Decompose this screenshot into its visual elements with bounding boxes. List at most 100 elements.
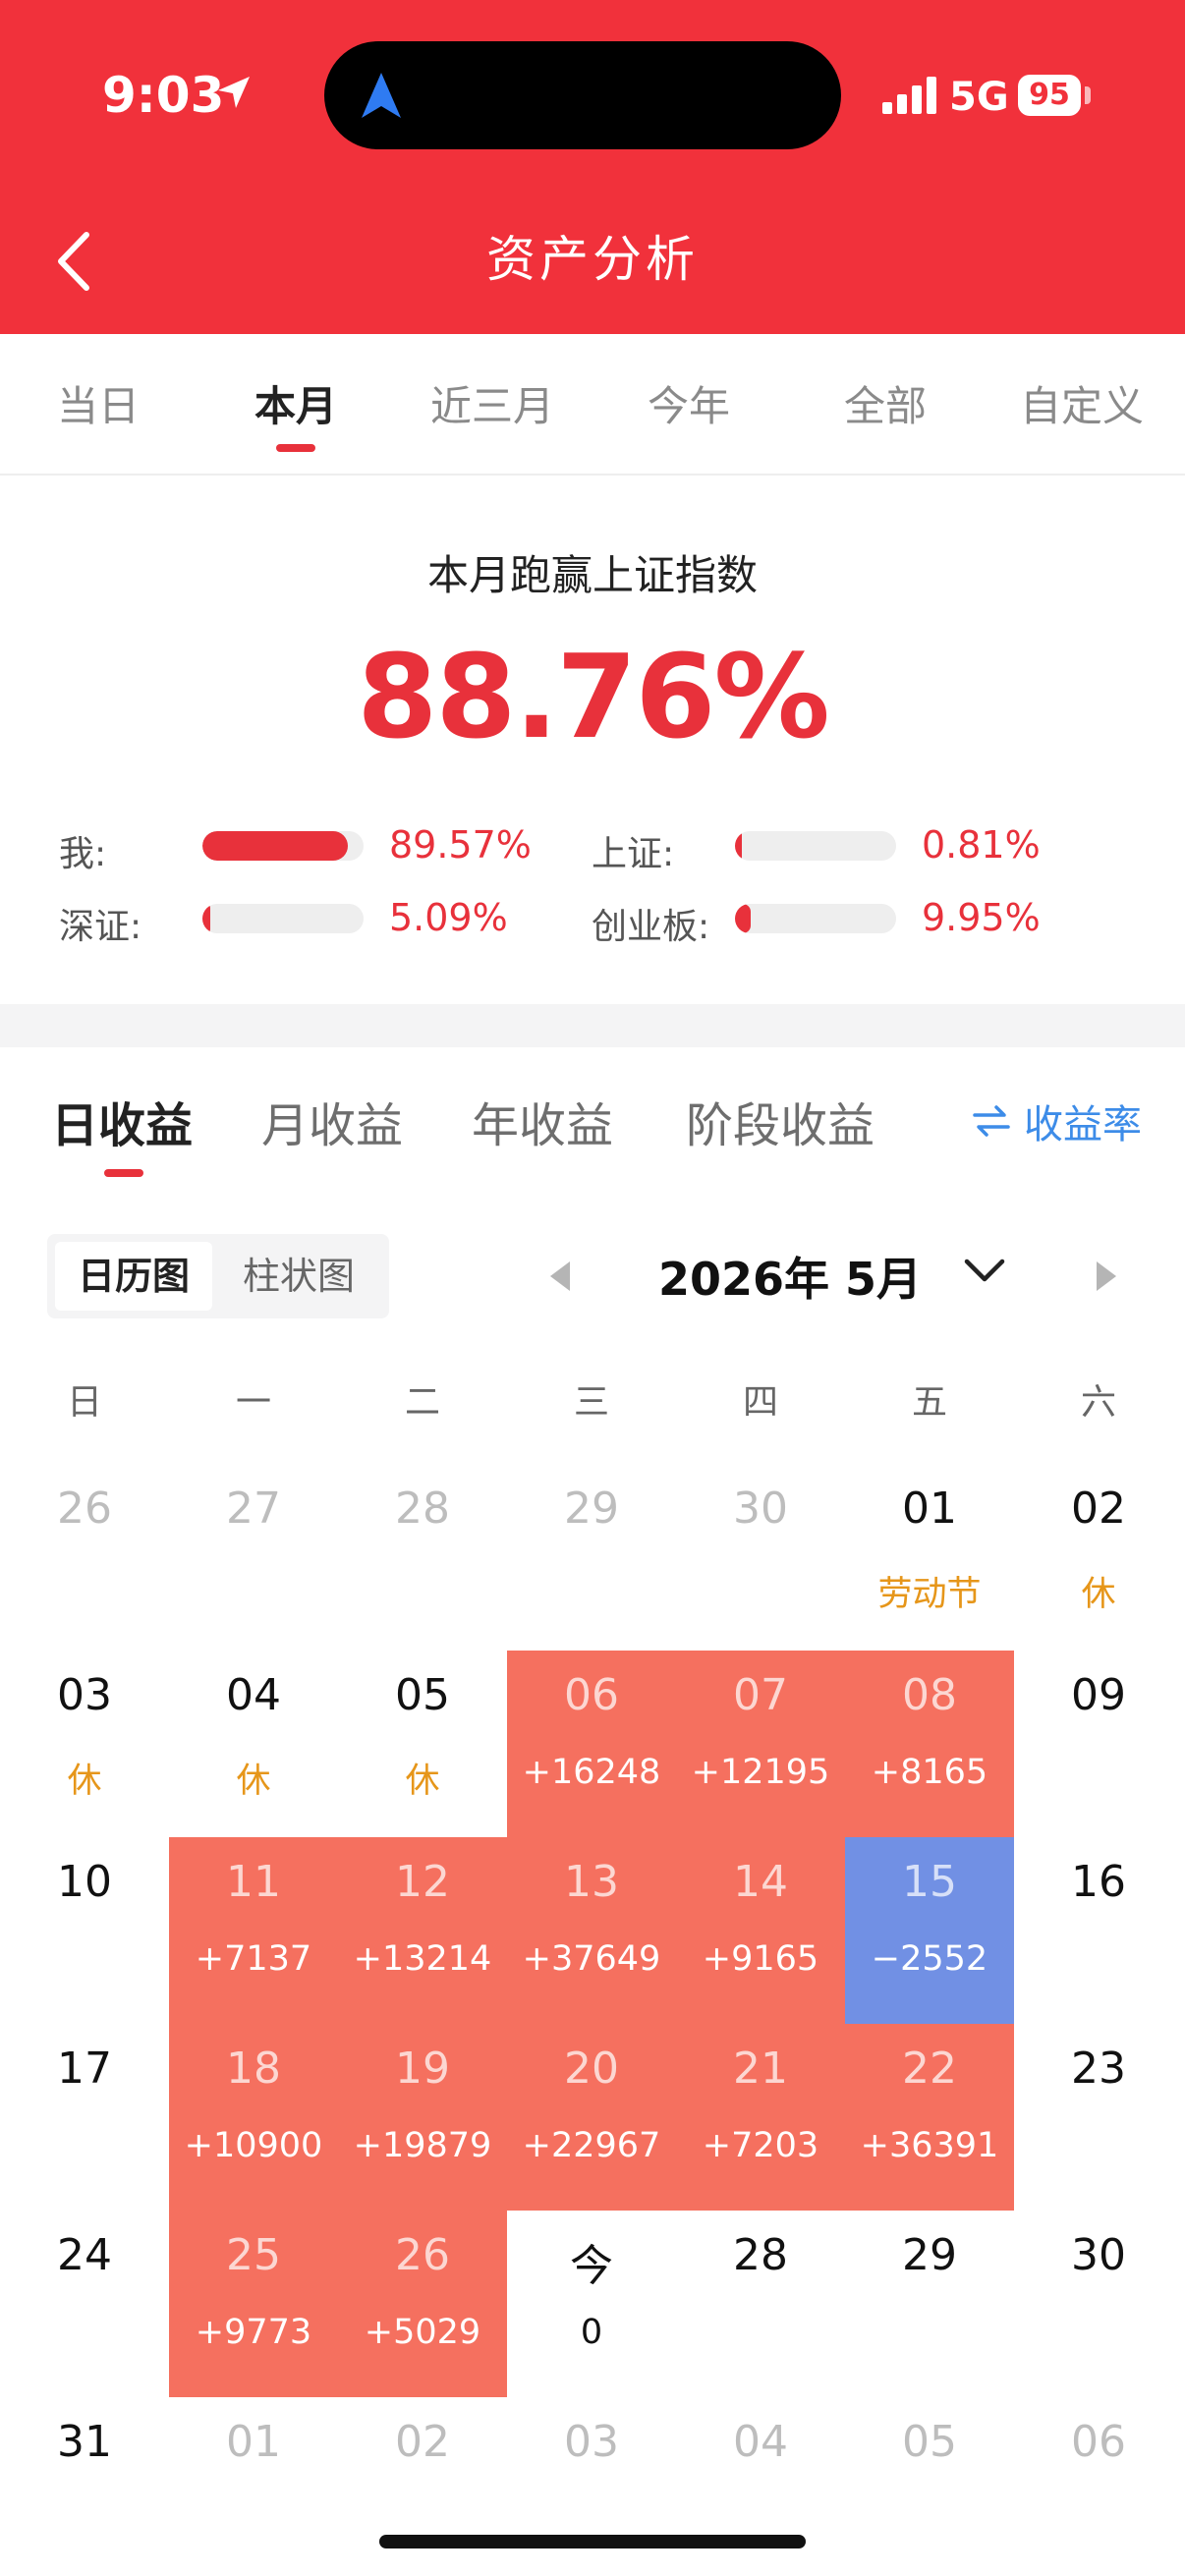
calendar-day-cell[interactable]: 28 [338, 1464, 507, 1651]
calendar-day-number: 24 [57, 2230, 112, 2280]
calendar-day-number: 04 [733, 2417, 788, 2467]
calendar-day-cell[interactable]: 今0 [507, 2211, 676, 2397]
calendar-day-number: 30 [733, 1484, 788, 1534]
tab-monthly-earnings[interactable]: 月收益 [261, 1087, 403, 1155]
daily-profit: +9773 [195, 2313, 312, 2352]
calendar-day-cell[interactable]: 12 +13214 [338, 1837, 507, 2024]
battery-tip [1085, 86, 1091, 104]
status-time: 9:03 [102, 67, 225, 124]
calendar-day-cell[interactable]: 03 休 [0, 1651, 169, 1837]
calendar-day-cell[interactable]: 03 [507, 2397, 676, 2525]
chevron-down-icon[interactable] [963, 1256, 1006, 1285]
calendar-day-cell[interactable]: 09 [1014, 1651, 1183, 1837]
calendar-day-cell[interactable]: 13 +37649 [507, 1837, 676, 2024]
calendar-day-number: 01 [902, 1484, 957, 1534]
calendar-day-cell[interactable]: 25 +9773 [169, 2211, 338, 2397]
calendar-view-button[interactable]: 日历图 [55, 1242, 212, 1311]
calendar-day-cell[interactable]: 15 −2552 [845, 1837, 1014, 2024]
calendar-day-cell[interactable]: 23 [1014, 2024, 1183, 2211]
calendar-day-number: 17 [57, 2044, 112, 2094]
calendar-day-cell[interactable]: 20 +22967 [507, 2024, 676, 2211]
calendar-day-number: 31 [57, 2417, 112, 2467]
tab-period-earnings[interactable]: 阶段收益 [686, 1087, 875, 1155]
calendar-day-number: 03 [57, 1670, 112, 1720]
daily-profit: +16248 [522, 1753, 661, 1792]
calendar-day-cell[interactable]: 21 +7203 [676, 2024, 845, 2211]
compare-label-me: 我: [59, 834, 107, 874]
calendar-day-cell[interactable]: 22 +36391 [845, 2024, 1014, 2211]
tab-daily-earnings[interactable]: 日收益 [51, 1087, 193, 1155]
calendar-day-number: 23 [1071, 2044, 1126, 2094]
tab-today[interactable]: 当日 [0, 373, 197, 433]
app-header: 9:03 5G 95 资产分析 [0, 0, 1185, 334]
compare-bar-fill [735, 904, 752, 933]
calendar-day-cell[interactable]: 17 [0, 2024, 169, 2211]
calendar-day-cell[interactable]: 30 [676, 1464, 845, 1651]
daily-profit: +7203 [702, 2126, 819, 2165]
calendar-day-cell[interactable]: 14 +9165 [676, 1837, 845, 2024]
compare-value-chinext: 9.95% [922, 896, 1041, 939]
calendar-day-number: 07 [733, 1670, 788, 1720]
swap-icon [973, 1105, 1010, 1137]
calendar-day-cell[interactable]: 02 [338, 2397, 507, 2525]
calendar-day-cell[interactable]: 10 [0, 1837, 169, 2024]
calendar-day-cell[interactable]: 05 [845, 2397, 1014, 2525]
navigation-icon [362, 73, 401, 118]
calendar-day-cell[interactable]: 29 [845, 2211, 1014, 2397]
calendar-day-cell[interactable]: 24 [0, 2211, 169, 2397]
calendar-day-cell[interactable]: 01 [169, 2397, 338, 2525]
calendar-day-number: 02 [1071, 1484, 1126, 1534]
calendar-day-cell[interactable]: 29 [507, 1464, 676, 1651]
calendar-day-cell[interactable]: 07 +12195 [676, 1651, 845, 1837]
location-arrow-icon [218, 77, 250, 108]
calendar-day-cell[interactable]: 26 [0, 1464, 169, 1651]
calendar-day-cell[interactable]: 06 +16248 [507, 1651, 676, 1837]
tab-custom[interactable]: 自定义 [984, 373, 1180, 433]
calendar-day-cell[interactable]: 30 [1014, 2211, 1183, 2397]
calendar-day-number: 26 [395, 2230, 450, 2280]
benchmark-value: 88.76% [357, 629, 829, 764]
chart-view-switch: 日历图 柱状图 [47, 1234, 389, 1318]
calendar-day-cell[interactable]: 27 [169, 1464, 338, 1651]
calendar-day-number: 26 [57, 1484, 112, 1534]
calendar-day-cell[interactable]: 04 休 [169, 1651, 338, 1837]
calendar-day-cell[interactable]: 18 +10900 [169, 2024, 338, 2211]
dynamic-island [324, 41, 841, 149]
tab-all[interactable]: 全部 [787, 373, 984, 433]
calendar-day-number: 12 [395, 1857, 450, 1907]
calendar-day-cell[interactable]: 28 [676, 2211, 845, 2397]
calendar-day-cell[interactable]: 08 +8165 [845, 1651, 1014, 1837]
calendar-day-cell[interactable]: 06 [1014, 2397, 1183, 2525]
active-tab-indicator [276, 444, 315, 452]
calendar-day-cell[interactable]: 04 [676, 2397, 845, 2525]
tab-three-months[interactable]: 近三月 [394, 373, 591, 433]
benchmark-title: 本月跑赢上证指数 [426, 551, 758, 599]
calendar-day-cell[interactable]: 31 [0, 2397, 169, 2525]
calendar-day-number: 09 [1071, 1670, 1126, 1720]
calendar-day-cell[interactable]: 01 劳动节 [845, 1464, 1014, 1651]
daily-profit: +19879 [353, 2126, 492, 2165]
daily-profit: +36391 [860, 2126, 999, 2165]
calendar-day-cell[interactable]: 05 休 [338, 1651, 507, 1837]
daily-profit: −2552 [871, 1939, 988, 1979]
calendar-day-cell[interactable]: 26 +5029 [338, 2211, 507, 2397]
signal-icon [882, 77, 936, 114]
holiday-label: 休 [1081, 1575, 1116, 1614]
calendar-day-cell[interactable]: 16 [1014, 1837, 1183, 2024]
calendar-day-number: 02 [395, 2417, 450, 2467]
return-rate-toggle[interactable]: 收益率 [973, 1092, 1142, 1149]
month-label[interactable]: 2026年 5月 [658, 1244, 922, 1309]
daily-profit: +9165 [702, 1939, 819, 1979]
calendar-day-cell[interactable]: 02 休 [1014, 1464, 1183, 1651]
tab-this-month[interactable]: 本月 [198, 373, 394, 433]
calendar-day-cell[interactable]: 19 +19879 [338, 2024, 507, 2211]
next-month-icon[interactable] [1091, 1260, 1120, 1293]
bar-chart-view-button[interactable]: 柱状图 [220, 1242, 377, 1311]
tab-this-year[interactable]: 今年 [591, 373, 787, 433]
weekday-label: 四 [742, 1382, 778, 1423]
calendar-day-cell[interactable]: 11 +7137 [169, 1837, 338, 2024]
compare-bar-fill [202, 831, 348, 861]
previous-month-icon[interactable] [546, 1260, 576, 1293]
calendar-day-number: 30 [1071, 2230, 1126, 2280]
tab-yearly-earnings[interactable]: 年收益 [472, 1087, 613, 1155]
